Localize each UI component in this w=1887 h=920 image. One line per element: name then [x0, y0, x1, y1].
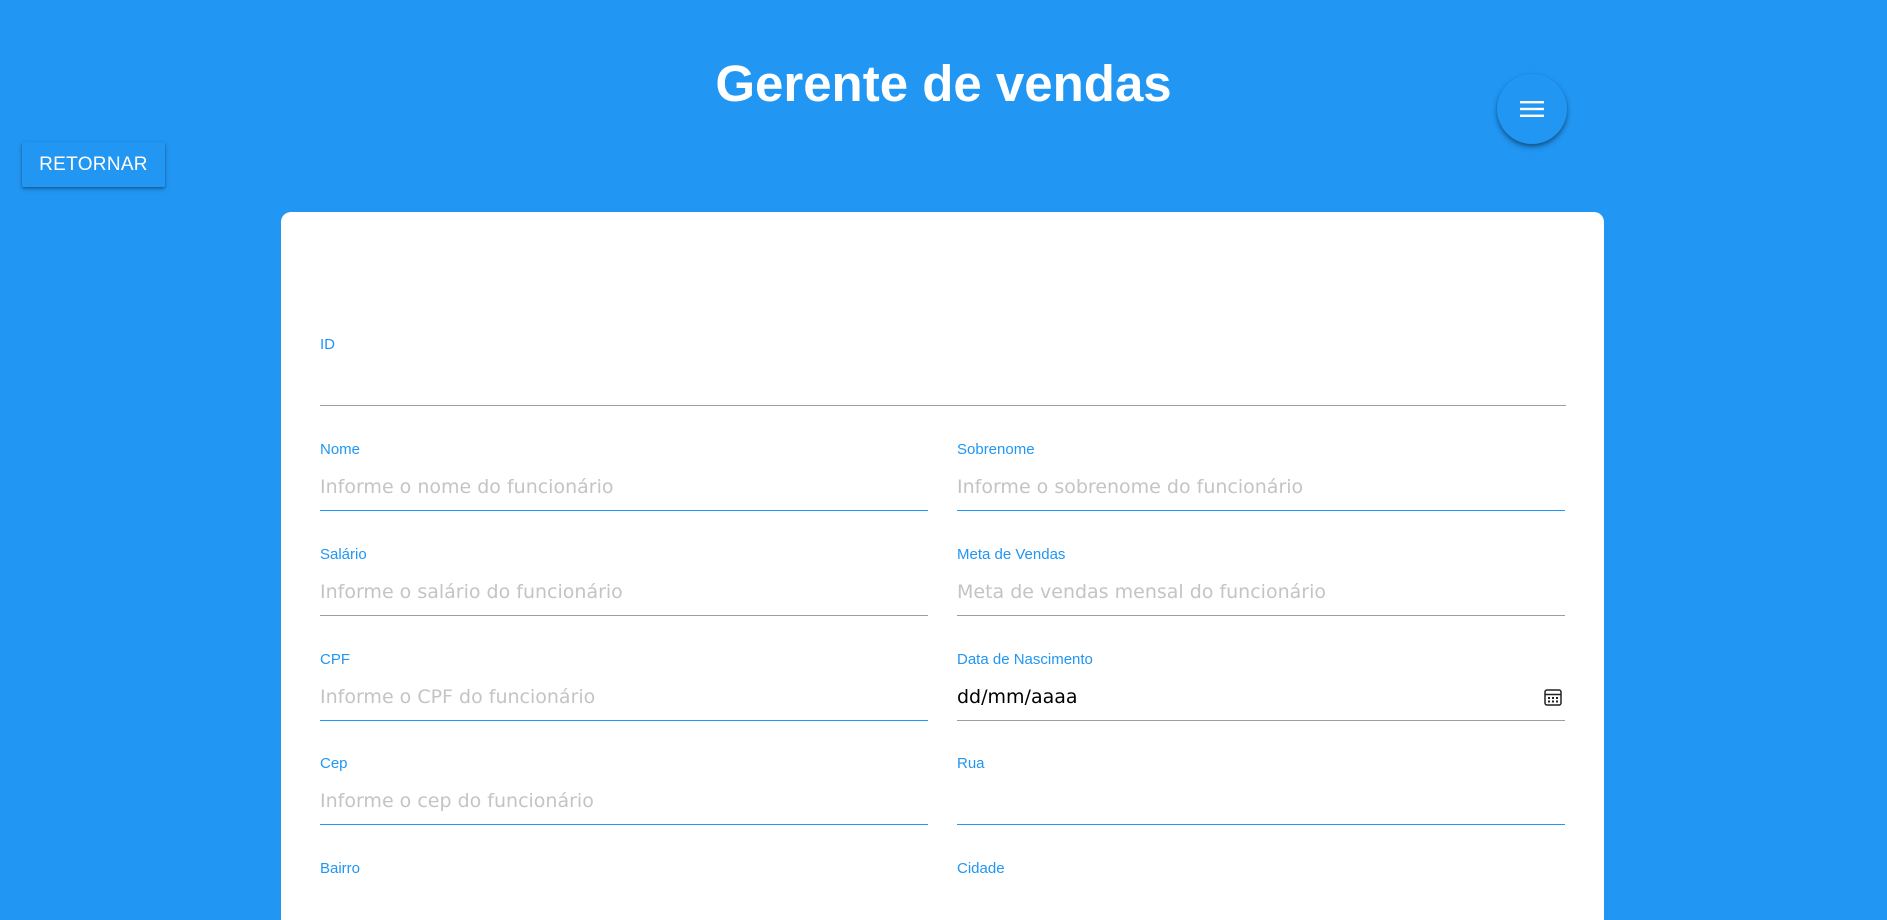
salario-input[interactable]: [320, 572, 928, 612]
page-title: Gerente de vendas: [715, 55, 1172, 112]
meta-vendas-label: Meta de Vendas: [957, 546, 1066, 563]
cpf-underline: [320, 720, 928, 721]
cep-field: Cep: [320, 755, 928, 827]
cep-label: Cep: [320, 755, 348, 772]
sobrenome-underline: [957, 510, 1565, 511]
salario-label: Salário: [320, 546, 367, 563]
cidade-input[interactable]: [957, 886, 1565, 920]
salario-field: Salário: [320, 546, 928, 618]
sobrenome-input[interactable]: [957, 467, 1565, 507]
sobrenome-label: Sobrenome: [957, 441, 1035, 458]
id-underline: [320, 405, 1566, 406]
bairro-input[interactable]: [320, 886, 928, 920]
salario-underline: [320, 615, 928, 616]
data-nascimento-field[interactable]: Data de Nascimento dd/mm/aaaa: [957, 651, 1565, 723]
sobrenome-field: Sobrenome: [957, 441, 1565, 513]
meta-vendas-input[interactable]: [957, 572, 1565, 612]
rua-label: Rua: [957, 755, 985, 772]
bairro-label: Bairro: [320, 860, 361, 877]
nome-underline: [320, 510, 928, 511]
id-input[interactable]: [320, 362, 1566, 402]
cep-input[interactable]: [320, 781, 928, 821]
id-field: ID: [320, 336, 1566, 408]
cidade-field: Cidade: [957, 860, 1565, 920]
meta-vendas-field: Meta de Vendas: [957, 546, 1565, 618]
nome-input[interactable]: [320, 467, 928, 507]
rua-input[interactable]: [957, 781, 1565, 821]
page: Gerente de vendas RETORNAR ID Nome Sobre…: [0, 0, 1887, 920]
data-nascimento-label: Data de Nascimento: [957, 651, 1093, 668]
cpf-input[interactable]: [320, 677, 928, 717]
bairro-field: Bairro: [320, 860, 928, 920]
meta-vendas-underline: [957, 615, 1565, 616]
cpf-field: CPF: [320, 651, 928, 723]
data-nascimento-input[interactable]: dd/mm/aaaa: [957, 677, 1078, 717]
cep-underline: [320, 824, 928, 825]
back-button[interactable]: RETORNAR: [22, 142, 165, 187]
employee-form-card: ID Nome Sobrenome Salário Meta de Vendas: [281, 212, 1604, 920]
id-label: ID: [320, 336, 335, 353]
menu-button[interactable]: [1497, 74, 1567, 144]
menu-icon: [1520, 101, 1544, 117]
rua-field: Rua: [957, 755, 1565, 827]
cpf-label: CPF: [320, 651, 350, 668]
nome-label: Nome: [320, 441, 361, 458]
calendar-icon[interactable]: [1543, 687, 1563, 707]
cidade-label: Cidade: [957, 860, 1005, 877]
rua-underline: [957, 824, 1565, 825]
nome-field: Nome: [320, 441, 928, 513]
data-nascimento-underline: [957, 720, 1565, 721]
